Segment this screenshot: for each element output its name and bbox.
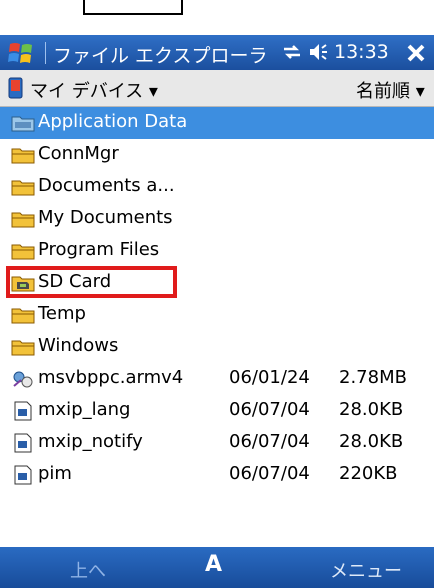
connectivity-icon[interactable] xyxy=(282,42,302,62)
file-date: 06/07/04 xyxy=(229,399,310,420)
list-item[interactable]: Windows xyxy=(0,331,434,363)
window-title: ファイル エクスプローラ xyxy=(53,45,268,67)
file-name: pim xyxy=(38,463,72,484)
file-icon xyxy=(14,401,32,421)
title-separator xyxy=(45,42,46,64)
folder-icon xyxy=(11,180,35,196)
folder-icon xyxy=(11,340,35,356)
close-icon[interactable] xyxy=(405,42,427,64)
sort-dropdown[interactable]: 名前順 ▾ xyxy=(356,77,425,103)
input-panel-button[interactable]: A xyxy=(205,552,222,577)
file-icon xyxy=(14,433,32,453)
screen-top-margin xyxy=(0,0,434,35)
menu-softkey[interactable]: メニュー xyxy=(330,557,402,583)
folder-icon xyxy=(11,308,35,324)
program-file-icon xyxy=(13,371,33,388)
clock[interactable]: 13:33 xyxy=(334,41,389,63)
file-size: 220KB xyxy=(339,463,398,484)
file-name: Documents a... xyxy=(38,175,175,196)
file-icon xyxy=(14,465,32,485)
list-item[interactable]: msvbppc.armv4 06/01/24 2.78MB xyxy=(0,363,434,395)
list-item[interactable]: My Documents xyxy=(0,203,434,235)
location-dropdown[interactable]: マイ デバイス ▾ xyxy=(30,77,158,103)
file-size: 28.0KB xyxy=(339,399,404,420)
file-name: mxip_lang xyxy=(38,399,131,420)
file-name: Application Data xyxy=(38,111,188,132)
file-name: My Documents xyxy=(38,207,173,228)
list-item[interactable]: Documents a... xyxy=(0,171,434,203)
top-frame-box xyxy=(83,0,183,15)
location-bar: マイ デバイス ▾ 名前順 ▾ xyxy=(0,70,434,107)
device-icon xyxy=(8,77,23,99)
folder-icon xyxy=(11,212,35,228)
file-size: 2.78MB xyxy=(339,367,407,388)
file-name: Temp xyxy=(38,303,86,324)
system-folder-icon xyxy=(11,116,35,132)
file-name: msvbppc.armv4 xyxy=(38,367,184,388)
file-name: ConnMgr xyxy=(38,143,119,164)
list-item[interactable]: Temp xyxy=(0,299,434,331)
list-item[interactable]: Application Data xyxy=(0,107,434,139)
file-name: mxip_notify xyxy=(38,431,143,452)
list-item[interactable]: pim 06/07/04 220KB xyxy=(0,459,434,491)
up-softkey[interactable]: 上へ xyxy=(70,557,106,583)
windows-start-icon[interactable] xyxy=(8,41,34,65)
title-bar: ファイル エクスプローラ 13:33 xyxy=(0,35,434,70)
folder-icon xyxy=(11,244,35,260)
soft-key-bar: 上へ A メニュー xyxy=(0,547,434,588)
file-name: Program Files xyxy=(38,239,160,260)
file-name: Windows xyxy=(38,335,119,356)
highlight-annotation-box xyxy=(6,266,177,298)
list-item[interactable]: mxip_lang 06/07/04 28.0KB xyxy=(0,395,434,427)
file-date: 06/07/04 xyxy=(229,463,310,484)
list-item[interactable]: Program Files xyxy=(0,235,434,267)
list-item[interactable]: ConnMgr xyxy=(0,139,434,171)
file-date: 06/01/24 xyxy=(229,367,310,388)
volume-icon[interactable] xyxy=(309,43,329,61)
folder-icon xyxy=(11,148,35,164)
list-item[interactable]: mxip_notify 06/07/04 28.0KB xyxy=(0,427,434,459)
file-date: 06/07/04 xyxy=(229,431,310,452)
file-size: 28.0KB xyxy=(339,431,404,452)
